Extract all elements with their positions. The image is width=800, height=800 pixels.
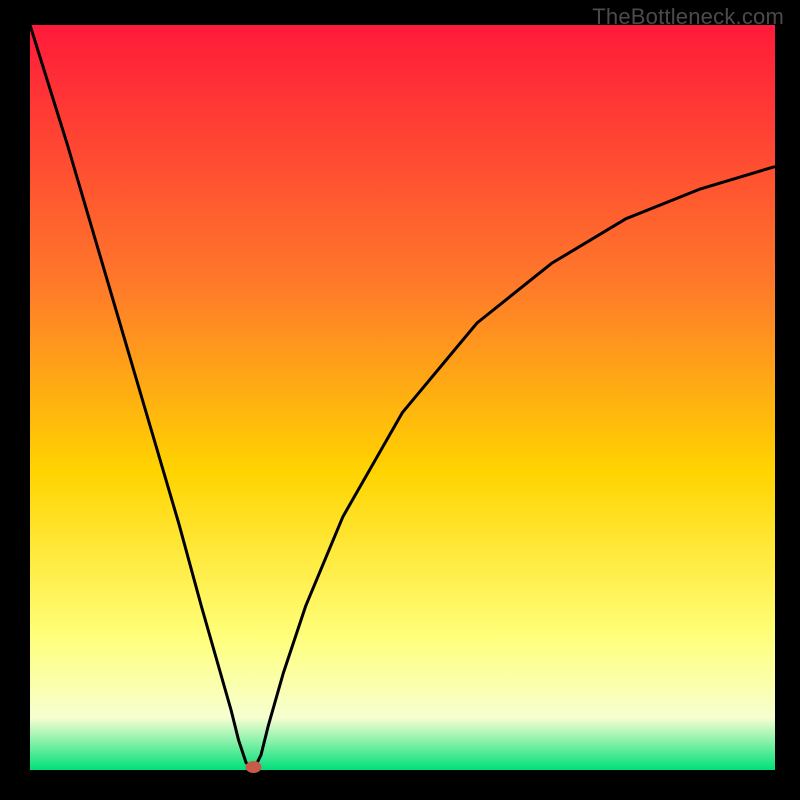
chart-frame: TheBottleneck.com (0, 0, 800, 800)
optimal-point-marker (246, 761, 262, 773)
watermark-text: TheBottleneck.com (592, 4, 784, 30)
bottleneck-chart (0, 0, 800, 800)
